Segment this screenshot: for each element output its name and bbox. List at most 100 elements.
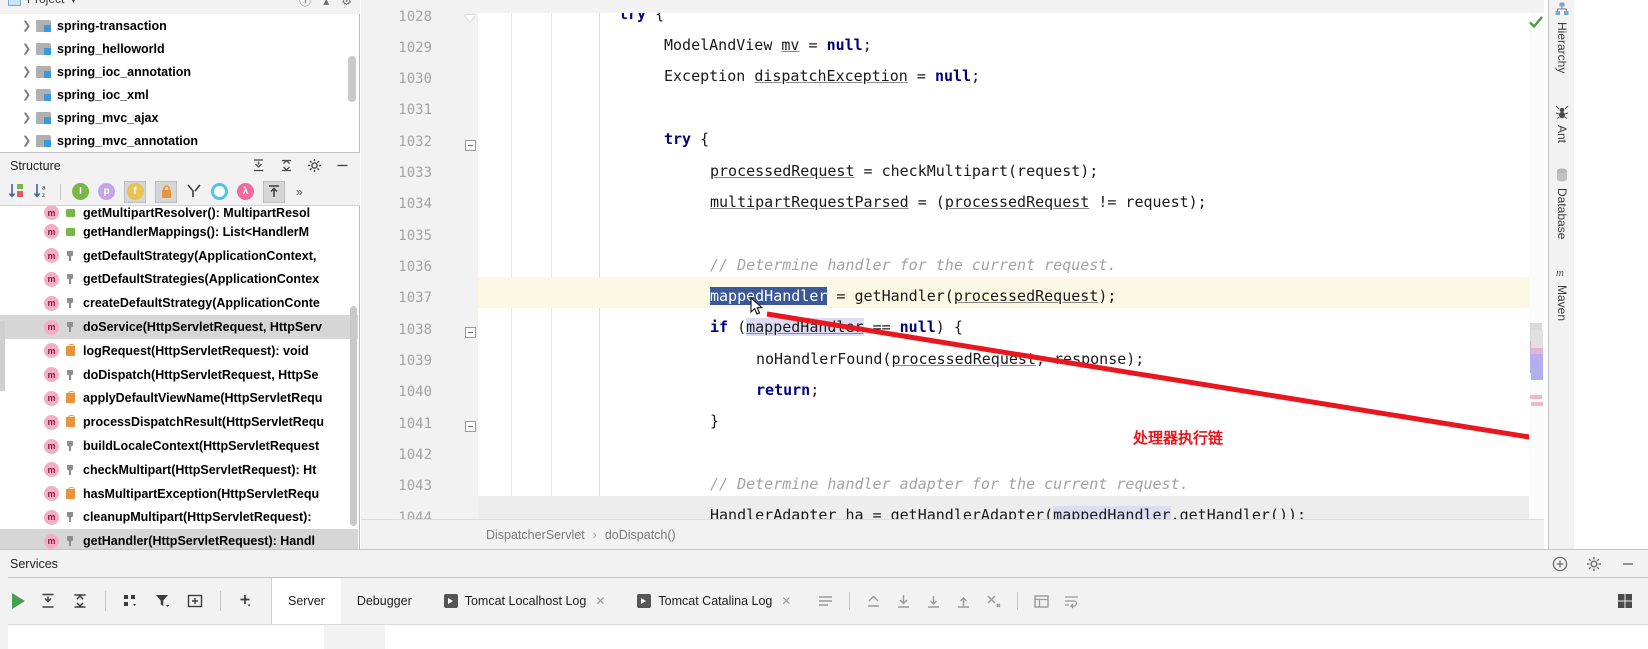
structure-list[interactable]: m getMultipartResolver(): MultipartResol… <box>0 206 358 549</box>
sort-by-visibility-icon[interactable] <box>8 183 24 200</box>
project-tree-scrollbar[interactable] <box>348 56 356 102</box>
structure-item[interactable]: m checkMultipart(HttpServletRequest): Ht <box>0 458 358 482</box>
code-line[interactable]: return; <box>478 371 1544 402</box>
code-line-current[interactable]: mappedHandler = getHandler(processedRequ… <box>478 277 1544 309</box>
close-icon[interactable]: ✕ <box>595 594 605 608</box>
code-line[interactable]: if (mappedHandler == null) { <box>478 308 1544 339</box>
code-line[interactable]: ModelAndView mv = null; <box>478 26 1544 57</box>
autoscroll-toggle[interactable] <box>263 180 285 203</box>
project-tree[interactable]: ❯ spring-transaction ❯ spring_helloworld… <box>0 14 358 152</box>
structure-item[interactable]: m cleanupMultipart(HttpServletRequest): <box>0 506 358 530</box>
code-line[interactable]: try { <box>478 120 1544 151</box>
breadcrumb-method[interactable]: doDispatch() <box>605 528 676 542</box>
editor-marker-strip[interactable] <box>1529 330 1543 410</box>
code-text-area[interactable]: try { ModelAndView mv = null; Exception … <box>478 13 1544 519</box>
structure-item[interactable]: m hasMultipartException(HttpServletRequ <box>0 482 358 506</box>
show-fields-toggle[interactable]: f <box>124 180 146 203</box>
chevron-right-icon[interactable]: ❯ <box>22 134 36 147</box>
fold-marker-icon[interactable] <box>465 140 476 151</box>
structure-item[interactable]: m createDefaultStrategy(ApplicationConte <box>0 291 358 315</box>
fold-marker-icon[interactable] <box>465 421 476 432</box>
code-line[interactable]: multipartRequestParsed = (processedReque… <box>478 183 1544 214</box>
show-properties-icon[interactable]: p <box>98 183 115 200</box>
structure-scrollbar[interactable] <box>350 306 357 526</box>
download-alt-icon[interactable] <box>925 593 942 610</box>
code-line[interactable]: // Determine handler adapter for the cur… <box>478 465 1544 496</box>
code-line[interactable] <box>478 214 1544 245</box>
structure-item[interactable]: m processDispatchResult(HttpServletRequ <box>0 410 358 434</box>
tool-button-ant[interactable]: Ant <box>1549 105 1575 143</box>
gear-icon[interactable] <box>1586 556 1602 572</box>
tool-button-database[interactable]: Database <box>1549 168 1575 239</box>
code-line[interactable] <box>478 89 1544 120</box>
more-actions-icon[interactable]: » <box>296 185 303 199</box>
show-lambdas-icon[interactable]: λ <box>237 183 254 200</box>
collapse-icon[interactable]: ▴ <box>323 0 329 8</box>
code-line[interactable]: noHandlerFound(processedRequest, respons… <box>478 340 1544 371</box>
show-anonymous-icon[interactable] <box>211 183 228 200</box>
tree-item[interactable]: ❯ spring_helloworld <box>0 37 358 60</box>
code-line[interactable]: try { <box>478 13 1544 26</box>
services-tab-tomcat-catalina-log[interactable]: Tomcat Catalina Log ✕ <box>621 578 807 624</box>
structure-item[interactable]: m getDefaultStrategy(ApplicationContext, <box>0 244 358 268</box>
collapse-all-icon[interactable] <box>279 158 294 173</box>
minimize-icon[interactable] <box>335 158 350 173</box>
services-tab-debugger[interactable]: Debugger <box>341 578 428 624</box>
code-line[interactable] <box>478 434 1544 465</box>
run-icon[interactable] <box>12 593 25 609</box>
fold-marker-icon[interactable] <box>465 327 476 338</box>
show-inherited-icon[interactable]: I <box>72 183 89 200</box>
filter-icon[interactable] <box>154 592 172 610</box>
wrap-text-icon[interactable] <box>1063 593 1080 610</box>
breadcrumb[interactable]: DispatcherServlet › doDispatch() <box>361 519 1544 549</box>
upload-icon[interactable] <box>955 593 972 610</box>
clear-icon[interactable] <box>985 593 1002 610</box>
structure-item[interactable]: m applyDefaultViewName(HttpServletRequ <box>0 387 358 411</box>
structure-item[interactable]: m buildLocaleContext(HttpServletRequest <box>0 434 358 458</box>
code-line[interactable]: Exception dispatchException = null; <box>478 57 1544 88</box>
minimize-icon[interactable] <box>1620 556 1636 572</box>
expand-all-icon[interactable] <box>251 158 266 173</box>
structure-item[interactable]: m getMultipartResolver(): MultipartResol <box>0 206 358 220</box>
tree-item[interactable]: ❯ spring_mvc_annotation <box>0 129 358 152</box>
inspection-status-icon[interactable] <box>1528 14 1544 30</box>
sort-alphabetically-icon[interactable]: az <box>33 183 49 200</box>
add-service-icon[interactable] <box>1552 556 1568 572</box>
gear-icon[interactable] <box>307 158 322 173</box>
tree-item[interactable]: ❯ spring_ioc_annotation <box>0 60 358 83</box>
close-icon[interactable]: ✕ <box>781 594 791 608</box>
add-icon[interactable] <box>237 592 255 610</box>
code-line[interactable]: // Determine handler for the current req… <box>478 246 1544 277</box>
editor-scroll-rail[interactable] <box>1529 13 1544 519</box>
services-tab-tomcat-localhost-log[interactable]: Tomcat Localhost Log ✕ <box>428 578 622 624</box>
editor-gutter[interactable]: 1028 1029 1030 1031 1032 1033 1034 1035 … <box>361 9 478 526</box>
structure-item-doservice[interactable]: m doService(HttpServletRequest, HttpServ <box>0 315 358 339</box>
expand-all-icon[interactable] <box>39 592 57 610</box>
structure-item[interactable]: m doDispatch(HttpServletRequest, HttpSe <box>0 363 358 387</box>
download-icon[interactable] <box>895 593 912 610</box>
tool-button-hierarchy[interactable]: Hierarchy <box>1549 2 1575 73</box>
chevron-right-icon[interactable]: ❯ <box>22 19 36 32</box>
console-icon[interactable] <box>1033 593 1050 610</box>
layout-icon[interactable] <box>1616 592 1634 610</box>
chevron-right-icon[interactable]: ❯ <box>22 111 36 124</box>
structure-item[interactable]: m getDefaultStrategies(ApplicationContex <box>0 268 358 292</box>
chevron-right-icon[interactable]: ❯ <box>22 42 36 55</box>
structure-item-gethandler[interactable]: m getHandler(HttpServletRequest): Handl <box>0 529 358 549</box>
chevron-right-icon[interactable]: ❯ <box>22 65 36 78</box>
help-icon[interactable]: ⓘ <box>299 0 311 9</box>
services-tab-server[interactable]: Server <box>272 578 341 624</box>
code-line[interactable]: HandlerAdapter ha = getHandlerAdapter(ma… <box>478 496 1544 519</box>
show-non-public-toggle[interactable] <box>155 180 177 203</box>
code-line[interactable]: } <box>478 402 1544 433</box>
code-line[interactable]: processedRequest = checkMultipart(reques… <box>478 152 1544 183</box>
chevron-right-icon[interactable]: ❯ <box>22 88 36 101</box>
tree-item[interactable]: ❯ spring_mvc_ajax <box>0 106 358 129</box>
tool-button-maven[interactable]: m Maven <box>1549 265 1575 321</box>
gear-icon[interactable]: ⚙ <box>341 0 352 8</box>
scroll-to-top-icon[interactable] <box>865 593 882 610</box>
chevron-down-icon[interactable]: ▾ <box>70 0 76 6</box>
add-tab-icon[interactable] <box>186 592 204 610</box>
tree-item[interactable]: ❯ spring-transaction <box>0 14 358 37</box>
tree-item[interactable]: ❯ spring_ioc_xml <box>0 83 358 106</box>
